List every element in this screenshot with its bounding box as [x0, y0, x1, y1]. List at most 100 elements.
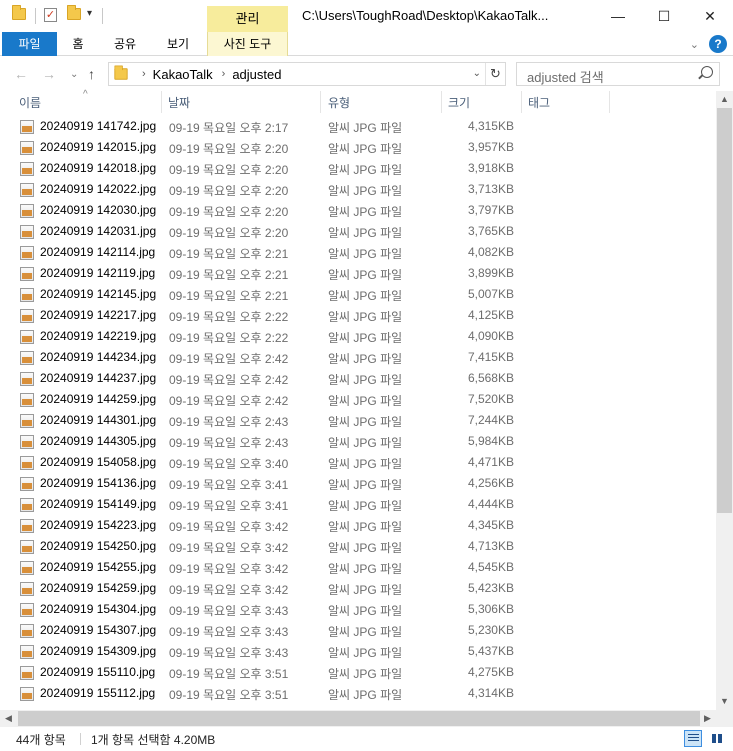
file-row[interactable]: 20240919 144301.jpg 09-19 목요일 오후 2:43 알씨 J… — [0, 410, 716, 431]
vertical-scroll-thumb[interactable] — [717, 108, 732, 513]
file-row[interactable]: 20240919 154259.jpg 09-19 목요일 오후 3:42 알씨 J… — [0, 578, 716, 599]
context-tab-manage[interactable]: 관리 — [207, 6, 288, 32]
file-row[interactable]: 20240919 144237.jpg 09-19 목요일 오후 2:42 알씨 J… — [0, 368, 716, 389]
file-size: 6,568KB — [467, 371, 514, 385]
column-header-name[interactable]: 이름 — [19, 94, 41, 111]
file-row[interactable]: 20240919 142217.jpg 09-19 목요일 오후 2:22 알씨 J… — [0, 305, 716, 326]
jpg-file-icon — [20, 624, 34, 638]
file-size: 5,007KB — [467, 287, 514, 301]
file-row[interactable]: 20240919 142018.jpg 09-19 목요일 오후 2:20 알씨 J… — [0, 158, 716, 179]
scroll-up-arrow[interactable]: ▲ — [716, 91, 733, 108]
file-row[interactable]: 20240919 155112.jpg 09-19 목요일 오후 3:51 알씨 J… — [0, 683, 716, 704]
file-row[interactable]: 20240919 155110.jpg 09-19 목요일 오후 3:51 알씨 J… — [0, 662, 716, 683]
search-icon[interactable] — [701, 66, 713, 78]
file-type: 알씨 JPG 파일 — [328, 688, 403, 702]
file-row[interactable]: 20240919 154255.jpg 09-19 목요일 오후 3:42 알씨 J… — [0, 557, 716, 578]
new-folder-icon[interactable] — [67, 5, 81, 20]
details-view-button[interactable] — [684, 730, 702, 747]
file-name: 20240919 154136.jpg — [40, 476, 157, 490]
horizontal-scrollbar[interactable]: ◀ ▶ — [0, 710, 716, 727]
jpg-file-icon — [20, 288, 34, 302]
column-divider[interactable] — [441, 91, 442, 113]
breadcrumb-kakaotalk[interactable]: KakaoTalk — [153, 67, 213, 82]
column-divider[interactable] — [320, 91, 321, 113]
column-header-tags[interactable]: 태그 — [528, 94, 550, 111]
file-name: 20240919 154304.jpg — [40, 602, 157, 616]
file-date: 09-19 목요일 오후 3:42 — [169, 583, 289, 597]
file-row[interactable]: 20240919 154136.jpg 09-19 목요일 오후 3:41 알씨 J… — [0, 473, 716, 494]
customize-toolbar-icon[interactable]: ▾ — [87, 8, 92, 19]
tab-home[interactable]: 홈 — [62, 32, 94, 56]
column-header-type[interactable]: 유형 — [328, 94, 350, 111]
column-header-size[interactable]: 크기 — [448, 94, 470, 111]
file-type: 알씨 JPG 파일 — [328, 415, 403, 429]
properties-icon[interactable]: ✓ — [44, 8, 57, 22]
file-row[interactable]: 20240919 142022.jpg 09-19 목요일 오후 2:20 알씨 J… — [0, 179, 716, 200]
file-row[interactable]: 20240919 144305.jpg 09-19 목요일 오후 2:43 알씨 J… — [0, 431, 716, 452]
column-divider[interactable] — [609, 91, 610, 113]
tab-view[interactable]: 보기 — [158, 32, 198, 56]
file-size: 7,520KB — [467, 392, 514, 406]
up-folder-button[interactable]: ↑ — [88, 66, 95, 82]
jpg-file-icon — [20, 456, 34, 470]
file-size: 4,314KB — [467, 686, 514, 700]
scroll-left-arrow[interactable]: ◀ — [0, 710, 17, 727]
tab-share[interactable]: 공유 — [106, 32, 144, 56]
file-row[interactable]: 20240919 142219.jpg 09-19 목요일 오후 2:22 알씨 J… — [0, 326, 716, 347]
large-icons-view-button[interactable] — [708, 730, 726, 747]
file-date: 09-19 목요일 오후 3:42 — [169, 562, 289, 576]
jpg-file-icon — [20, 603, 34, 617]
help-icon[interactable]: ? — [709, 35, 727, 53]
ribbon-tabs: 파일 홈 공유 보기 사진 도구 ⌄ ? — [0, 32, 733, 56]
file-date: 09-19 목요일 오후 2:22 — [169, 331, 289, 345]
file-row[interactable]: 20240919 154058.jpg 09-19 목요일 오후 3:40 알씨 J… — [0, 452, 716, 473]
file-size: 4,275KB — [467, 665, 514, 679]
file-row[interactable]: 20240919 144259.jpg 09-19 목요일 오후 2:42 알씨 J… — [0, 389, 716, 410]
file-size: 4,256KB — [467, 476, 514, 490]
minimize-button[interactable]: — — [595, 0, 641, 32]
breadcrumb-separator[interactable]: › — [222, 68, 226, 80]
horizontal-scroll-thumb[interactable] — [18, 711, 700, 726]
file-row[interactable]: 20240919 142030.jpg 09-19 목요일 오후 2:20 알씨 J… — [0, 200, 716, 221]
file-row[interactable]: 20240919 154250.jpg 09-19 목요일 오후 3:42 알씨 J… — [0, 536, 716, 557]
file-row[interactable]: 20240919 154149.jpg 09-19 목요일 오후 3:41 알씨 J… — [0, 494, 716, 515]
refresh-button[interactable]: ↻ — [485, 63, 505, 85]
tab-picture-tools[interactable]: 사진 도구 — [207, 32, 288, 56]
scroll-down-arrow[interactable]: ▼ — [716, 693, 733, 710]
file-row[interactable]: 20240919 141742.jpg 09-19 목요일 오후 2:17 알씨 J… — [0, 116, 716, 137]
expand-ribbon-icon[interactable]: ⌄ — [690, 38, 699, 51]
address-dropdown-icon[interactable]: ⌄ — [473, 63, 481, 85]
maximize-button[interactable]: ☐ — [641, 0, 687, 32]
file-row[interactable]: 20240919 142015.jpg 09-19 목요일 오후 2:20 알씨 J… — [0, 137, 716, 158]
jpg-file-icon — [20, 120, 34, 134]
breadcrumb-adjusted[interactable]: adjusted — [232, 67, 281, 82]
file-row[interactable]: 20240919 142114.jpg 09-19 목요일 오후 2:21 알씨 J… — [0, 242, 716, 263]
file-row[interactable]: 20240919 142031.jpg 09-19 목요일 오후 2:20 알씨 J… — [0, 221, 716, 242]
recent-locations-button[interactable]: ⌄ — [70, 69, 78, 80]
file-size: 4,471KB — [467, 455, 514, 469]
address-bar[interactable]: › KakaoTalk › adjusted ⌄ ↻ — [108, 62, 506, 86]
file-row[interactable]: 20240919 144234.jpg 09-19 목요일 오후 2:42 알씨 J… — [0, 347, 716, 368]
column-divider[interactable] — [521, 91, 522, 113]
file-row[interactable]: 20240919 154309.jpg 09-19 목요일 오후 3:43 알씨 J… — [0, 641, 716, 662]
file-row[interactable]: 20240919 154307.jpg 09-19 목요일 오후 3:43 알씨 J… — [0, 620, 716, 641]
file-row[interactable]: 20240919 142119.jpg 09-19 목요일 오후 2:21 알씨 J… — [0, 263, 716, 284]
search-box[interactable]: adjusted 검색 — [516, 62, 720, 86]
column-header-date[interactable]: 날짜 — [168, 94, 190, 111]
vertical-scrollbar[interactable]: ▲ ▼ — [716, 91, 733, 710]
file-date: 09-19 목요일 오후 3:40 — [169, 457, 289, 471]
forward-button[interactable]: → — [42, 66, 56, 82]
details-view-icon — [688, 734, 699, 743]
breadcrumb-separator[interactable]: › — [142, 68, 146, 80]
jpg-file-icon — [20, 498, 34, 512]
close-button[interactable]: ✕ — [687, 0, 733, 32]
scroll-right-arrow[interactable]: ▶ — [699, 710, 716, 727]
file-row[interactable]: 20240919 142145.jpg 09-19 목요일 오후 2:21 알씨 J… — [0, 284, 716, 305]
back-button[interactable]: ← — [14, 66, 28, 82]
column-divider[interactable] — [161, 91, 162, 113]
tab-file[interactable]: 파일 — [2, 32, 57, 56]
file-row[interactable]: 20240919 154223.jpg 09-19 목요일 오후 3:42 알씨 J… — [0, 515, 716, 536]
file-row[interactable]: 20240919 154304.jpg 09-19 목요일 오후 3:43 알씨 J… — [0, 599, 716, 620]
jpg-file-icon — [20, 162, 34, 176]
quick-access-folder-icon[interactable] — [12, 5, 26, 20]
